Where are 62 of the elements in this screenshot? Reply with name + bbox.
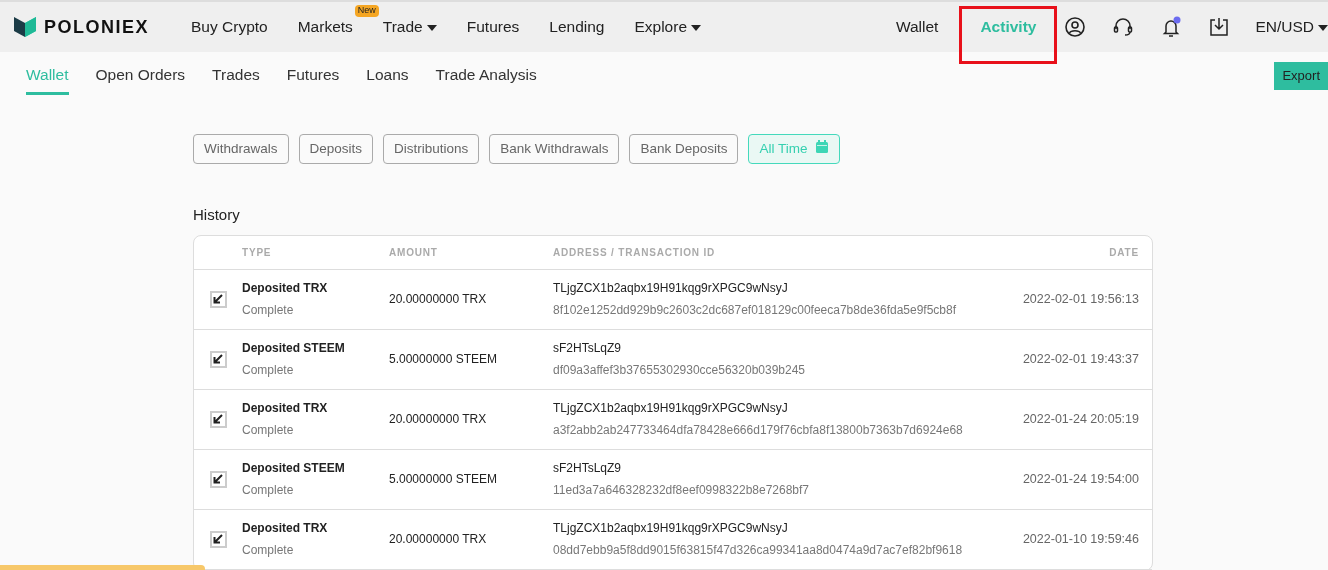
- filter-button[interactable]: Distributions: [383, 134, 480, 165]
- transaction-id: 11ed3a7a646328232df8eef0998322b8e7268bf7: [553, 482, 811, 500]
- transaction-type: Deposited TRX: [242, 400, 329, 418]
- date-cell-text: 2022-02-01 19:43:37: [1021, 350, 1140, 368]
- amount-cell-text: 5.00000000 STEEM: [389, 351, 499, 369]
- date-cell-text: 2022-01-10 19:59:46: [1021, 530, 1140, 548]
- column-header: TYPE: [242, 245, 273, 260]
- transaction-type: Deposited STEEM: [242, 460, 346, 478]
- transaction-id: 8f102e1252dd929b9c2603c2dc687ef018129c00feeca7b8de36fda5e9f5cb8f: [553, 302, 958, 320]
- address-text: sF2HTsLqZ9: [553, 460, 623, 478]
- transaction-id: 08dd7ebb9a5f8dd9015f63815f47d326ca99341aa8d0474a9d7ac7ef82bf9618: [553, 542, 964, 560]
- nav-link[interactable]: Trade: [382, 15, 437, 39]
- amount-cell-text: 20.00000000 TRX: [389, 291, 488, 309]
- status-text: Complete: [242, 482, 295, 500]
- tab[interactable]: Futures: [286, 56, 340, 96]
- date-cell-text: 2022-01-24 20:05:19: [1021, 410, 1140, 428]
- transaction-id: df09a3affef3b37655302930cce56320b039b245: [553, 362, 807, 380]
- transaction-type: Deposited TRX: [242, 280, 329, 298]
- deposit-icon: [210, 530, 227, 548]
- date-cell-text: 2022-01-24 19:54:00: [1021, 470, 1140, 488]
- amount-cell-text: 20.00000000 TRX: [389, 531, 488, 549]
- brand-name[interactable]: POLONIEX: [44, 13, 149, 41]
- filter-button[interactable]: Bank Deposits: [629, 134, 739, 165]
- address-text: TLjgZCX1b2aqbx19H91kqg9rXPGC9wNsyJ: [553, 280, 789, 298]
- nav-link[interactable]: Futures: [466, 15, 520, 39]
- filter-button[interactable]: Deposits: [298, 134, 374, 165]
- status-text: Complete: [242, 362, 295, 380]
- tab[interactable]: Open Orders: [95, 56, 186, 96]
- nav-link[interactable]: Explore: [634, 15, 702, 39]
- deposit-icon: [210, 350, 227, 368]
- column-header: DATE: [1108, 245, 1140, 260]
- logo-icon[interactable]: [14, 15, 36, 39]
- language-selector[interactable]: EN/USD: [1255, 15, 1328, 39]
- account-icon[interactable]: [1063, 15, 1088, 39]
- transaction-id: a3f2abb2ab247733464dfa78428e666d179f76cbfa8f13800b7363b7d6924e68: [553, 422, 964, 440]
- date-cell-text: 2022-02-01 19:56:13: [1021, 290, 1140, 308]
- status-text: Complete: [242, 542, 295, 560]
- filter-button[interactable]: Bank Withdrawals: [489, 134, 620, 165]
- transaction-type: Deposited TRX: [242, 520, 329, 538]
- nav-link[interactable]: Lending: [549, 15, 605, 39]
- nav-link[interactable]: Buy Crypto: [191, 15, 268, 39]
- tab[interactable]: Trades: [212, 56, 260, 96]
- filter-button[interactable]: Withdrawals: [193, 134, 289, 165]
- tab[interactable]: Loans: [366, 56, 409, 96]
- address-text: sF2HTsLqZ9: [553, 340, 623, 358]
- status-text: Complete: [242, 422, 295, 440]
- column-header: AMOUNT: [389, 245, 439, 260]
- amount-cell-text: 20.00000000 TRX: [389, 411, 488, 429]
- new-badge: New: [354, 5, 379, 18]
- tab[interactable]: Trade Analysis: [435, 56, 537, 96]
- amount-cell-text: 5.00000000 STEEM: [389, 471, 499, 489]
- transaction-type: Deposited STEEM: [242, 340, 346, 358]
- column-header: ADDRESS / TRANSACTION ID: [553, 245, 716, 260]
- export-button[interactable]: Export: [1274, 62, 1328, 90]
- deposit-icon: [210, 410, 227, 428]
- section-title: History: [193, 205, 241, 226]
- nav-link[interactable]: Wallet: [874, 4, 960, 50]
- status-text: Complete: [242, 302, 295, 320]
- address-text: TLjgZCX1b2aqbx19H91kqg9rXPGC9wNsyJ: [553, 400, 789, 418]
- address-text: TLjgZCX1b2aqbx19H91kqg9rXPGC9wNsyJ: [553, 520, 789, 538]
- deposit-icon: [210, 470, 227, 488]
- deposit-icon: [210, 290, 227, 308]
